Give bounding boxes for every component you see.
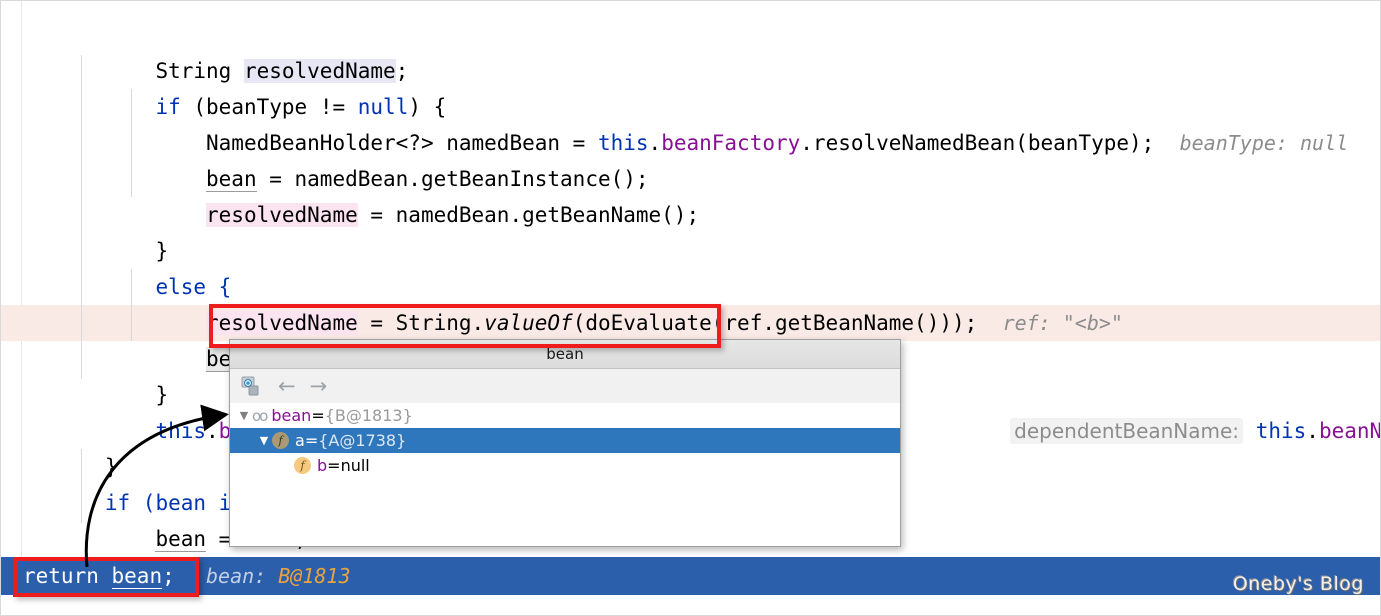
- annotation-box-return-bean: [13, 557, 199, 597]
- tree-node-value: {A@1738}: [318, 431, 407, 450]
- code-line-4[interactable]: bean = namedBean.getBeanInstance();: [1, 125, 1380, 192]
- code-line-6[interactable]: }: [1, 197, 1380, 263]
- execution-point-bar: return bean; bean: B@1813: [1, 557, 1380, 595]
- annotation-box-getbean: [209, 304, 721, 348]
- tree-node-name: b: [317, 456, 328, 475]
- forward-arrow-icon[interactable]: →: [310, 375, 328, 397]
- chevron-down-icon[interactable]: ▼: [256, 434, 272, 447]
- watermark: Oneby's Blog: [1232, 573, 1364, 595]
- tree-node-bean[interactable]: ▼ oo bean = {B@1813}: [230, 403, 900, 428]
- tree-node-name: a: [295, 431, 305, 450]
- code-line-7[interactable]: else {: [1, 233, 1380, 299]
- code-line-2[interactable]: if (beanType != null) {: [1, 53, 1380, 119]
- ide-debugger-screenshot: String resolvedName; if (beanType != nul…: [0, 0, 1381, 616]
- back-arrow-icon[interactable]: ←: [278, 375, 296, 397]
- object-reference-icon: oo: [252, 406, 268, 425]
- value-text: B@1813: [278, 564, 351, 588]
- tree-node-eq: =: [311, 406, 325, 425]
- variables-tree[interactable]: ▼ oo bean = {B@1813} ▼ f a = {A@1738} f …: [230, 403, 900, 546]
- tree-node-a[interactable]: ▼ f a = {A@1738}: [230, 428, 900, 453]
- debug-value-popup[interactable]: bean ← → ▼ oo bean = {B@1813} ▼ f a = {A…: [229, 339, 901, 547]
- value-label: bean:: [206, 564, 279, 588]
- tree-node-name: bean: [271, 406, 312, 425]
- popup-toolbar[interactable]: ← →: [230, 369, 900, 404]
- field-icon: f: [294, 457, 311, 474]
- code-line-1[interactable]: String resolvedName;: [1, 17, 1380, 83]
- tree-node-b[interactable]: f b = null: [230, 453, 900, 478]
- tree-node-eq: =: [327, 456, 341, 475]
- chevron-down-icon[interactable]: ▼: [236, 409, 252, 422]
- code-line-3[interactable]: NamedBeanHolder<?> namedBean = this.bean…: [1, 89, 1380, 155]
- execution-point-value: bean: B@1813: [206, 557, 351, 595]
- evaluate-expression-icon[interactable]: [240, 375, 264, 397]
- code-line-8[interactable]: resolvedName = String.valueOf(doEvaluate…: [1, 269, 1380, 335]
- code-line-5[interactable]: resolvedName = namedBean.getBeanName();: [1, 161, 1380, 227]
- tree-node-value: null: [340, 456, 370, 475]
- tree-node-eq: =: [304, 431, 319, 450]
- field-icon: f: [272, 432, 289, 449]
- tree-node-value: {B@1813}: [324, 406, 413, 425]
